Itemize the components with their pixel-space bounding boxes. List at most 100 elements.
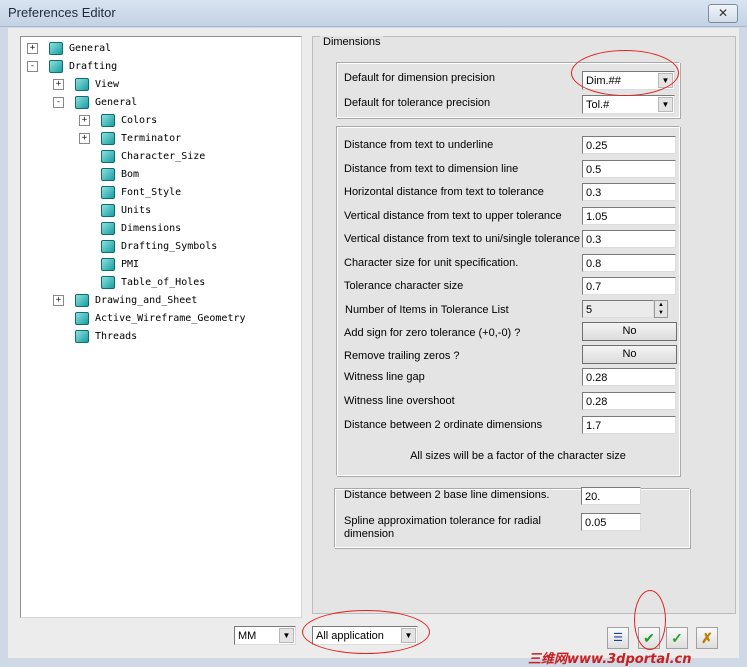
book-icon [75,293,89,307]
tree-item[interactable]: - General [53,93,138,111]
tree-item[interactable]: + General [27,39,112,57]
book-icon [101,203,115,217]
tree-item[interactable]: - Drafting [27,57,117,75]
units-select[interactable]: MM ▼ [234,626,296,645]
setting-field[interactable]: 0.8 [582,253,676,272]
tree-item-label: Terminator [121,132,182,144]
tree-item[interactable]: Character_Size [101,147,205,165]
tolerance-list-stepper[interactable]: 5 [582,300,654,318]
setting-label: Witness line overshoot [344,395,455,407]
setting-value: 0.7 [586,281,602,293]
book-icon [49,41,63,55]
annotation-ellipse-dim-precision [571,50,679,96]
setting-field[interactable]: 0.5 [582,159,676,178]
tree-item-label: View [95,78,120,90]
tree-item[interactable]: Font_Style [101,183,181,201]
tol-precision-select[interactable]: Tol.# ▼ [582,95,675,114]
setting-label: Tolerance character size [344,280,464,292]
expand-icon[interactable]: + [27,43,38,54]
expand-icon[interactable]: + [79,115,90,126]
collapse-icon[interactable]: - [53,97,64,108]
setting-label: Vertical distance from text to upper tol… [344,209,562,222]
book-icon [75,95,89,109]
setting-field[interactable]: 1.7 [582,416,676,434]
window-title: Preferences Editor [8,5,116,20]
annotation-ellipse-scope [302,610,430,654]
tree-item[interactable]: Dimensions [101,219,181,237]
spline-label: Spline approximation tolerance for radia… [344,515,541,527]
setting-value: 1.7 [586,420,602,432]
tree-item-label: Drafting_Symbols [121,240,218,252]
tree-item-label: General [69,42,112,54]
tree-item[interactable]: Bom [101,165,139,183]
setting-field[interactable]: 0.7 [582,277,676,295]
tree-item[interactable]: PMI [101,255,139,273]
spline-field[interactable]: 0.05 [581,513,641,531]
tol-precision-value: Tol.# [586,99,610,111]
setting-label: Distance from text to underline [344,139,494,151]
setting-label: Character size for unit specification. [344,256,519,269]
expand-icon[interactable]: + [53,295,64,306]
baseline-value: 20. [585,491,601,503]
tree-item[interactable]: + Colors [79,111,157,129]
tolerance-list-label: Number of Items in Tolerance List [345,304,509,316]
book-icon [75,329,89,343]
chevron-down-icon[interactable]: ▼ [658,97,673,112]
tree-item[interactable]: + Terminator [79,129,182,147]
book-icon [101,149,115,163]
setting-value: 0.3 [586,187,602,199]
title-bar: Preferences Editor ✕ [0,0,747,27]
tol-precision-label: Default for tolerance precision [344,97,491,109]
expand-icon[interactable]: + [53,79,64,90]
tree-item[interactable]: Active_Wireframe_Geometry [75,309,246,327]
preferences-tree[interactable]: + General - Drafting + View - General + Colors + Te… [20,36,302,618]
close-icon[interactable]: ✕ [708,4,738,23]
collapse-icon[interactable]: - [27,61,38,72]
setting-value: 0.3 [586,234,602,246]
trailing-zeros-toggle[interactable]: No [582,345,677,364]
setting-field[interactable]: 0.25 [582,136,676,154]
book-icon [75,77,89,91]
chevron-down-icon[interactable]: ▼ [279,628,294,643]
list-icon[interactable]: ☰ [607,627,629,649]
ok-icon[interactable]: ✓ [666,627,688,649]
watermark: 三维网www.3dportal.cn [528,652,692,667]
tree-item-label: Character_Size [121,150,206,162]
tree-item-label: General [95,96,138,108]
stepper-arrows[interactable]: ▲ ▼ [654,300,668,318]
expand-icon[interactable]: + [79,133,90,144]
tree-item-label: Units [121,204,152,216]
setting-field[interactable]: 0.3 [582,183,676,201]
tree-item-label: Drawing_and_Sheet [95,294,198,306]
spline-value: 0.05 [585,517,607,529]
setting-field[interactable]: 0.28 [582,368,676,386]
annotation-ellipse-apply [634,590,666,650]
dim-precision-label: Default for dimension precision [344,72,496,84]
tree-item[interactable]: Units [101,201,151,219]
book-icon [101,275,115,289]
setting-value: 0.5 [586,163,602,176]
book-icon [75,311,89,325]
setting-field[interactable]: 1.05 [582,206,676,225]
book-icon [101,221,115,235]
book-icon [101,167,115,181]
setting-value: 0.8 [586,257,602,270]
baseline-label: Distance between 2 base line dimensions. [344,489,550,501]
tree-item[interactable]: Drafting_Symbols [101,237,217,255]
dialog-client: + General - Drafting + View - General + Colors + Te… [8,28,739,658]
book-icon [101,131,115,145]
baseline-field[interactable]: 20. [581,487,641,505]
setting-label: Vertical distance from text to uni/singl… [344,233,581,245]
setting-value: 0.28 [586,372,608,384]
setting-label: Distance from text to dimension line [344,162,519,175]
tree-item[interactable]: Table_of_Holes [101,273,205,291]
setting-label: Distance between 2 ordinate dimensions [344,419,543,431]
cancel-icon[interactable]: ✗ [696,627,718,649]
tree-item[interactable]: + View [53,75,120,93]
tree-item[interactable]: Threads [75,327,137,345]
dimensions-group-title: Dimensions [320,36,384,48]
zero-sign-toggle[interactable]: No [582,322,677,341]
tree-item[interactable]: + Drawing_and_Sheet [53,291,198,309]
setting-field[interactable]: 0.28 [582,392,676,410]
setting-field[interactable]: 0.3 [582,230,676,248]
